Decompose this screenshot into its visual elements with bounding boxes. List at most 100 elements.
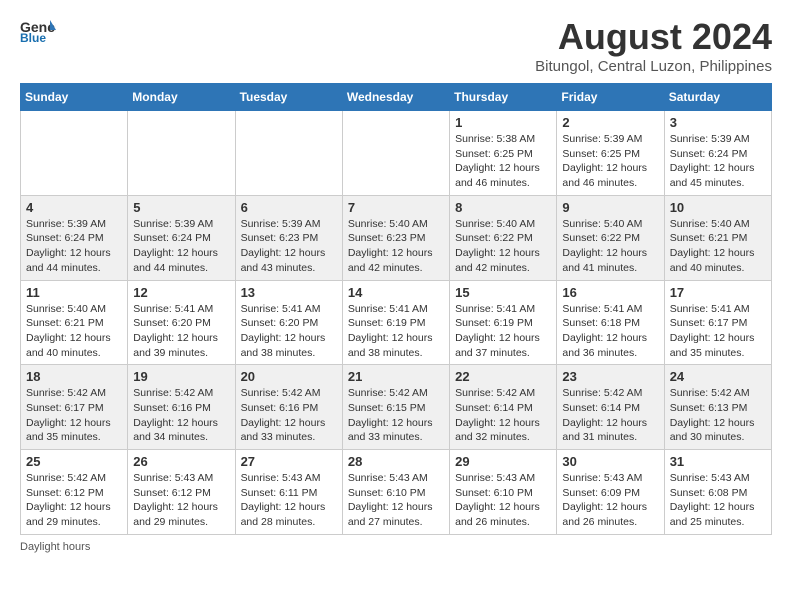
day-info: Sunrise: 5:40 AM Sunset: 6:22 PM Dayligh… bbox=[562, 217, 658, 276]
header: General Blue August 2024 Bitungol, Centr… bbox=[20, 16, 772, 75]
day-number: 5 bbox=[133, 200, 229, 215]
day-info: Sunrise: 5:39 AM Sunset: 6:24 PM Dayligh… bbox=[670, 132, 766, 191]
day-info: Sunrise: 5:42 AM Sunset: 6:15 PM Dayligh… bbox=[348, 386, 444, 445]
day-info: Sunrise: 5:43 AM Sunset: 6:11 PM Dayligh… bbox=[241, 471, 337, 530]
calendar-cell: 9 Sunrise: 5:40 AM Sunset: 6:22 PM Daylig… bbox=[557, 195, 664, 280]
month-title: August 2024 bbox=[535, 16, 772, 58]
calendar-cell: 12 Sunrise: 5:41 AM Sunset: 6:20 PM Dayli… bbox=[128, 280, 235, 365]
day-info: Sunrise: 5:42 AM Sunset: 6:13 PM Dayligh… bbox=[670, 386, 766, 445]
calendar-cell: 29 Sunrise: 5:43 AM Sunset: 6:10 PM Dayli… bbox=[450, 450, 557, 535]
day-number: 12 bbox=[133, 285, 229, 300]
calendar-table: SundayMondayTuesdayWednesdayThursdayFrid… bbox=[20, 83, 772, 535]
logo: General Blue bbox=[20, 16, 56, 44]
calendar-cell: 8 Sunrise: 5:40 AM Sunset: 6:22 PM Daylig… bbox=[450, 195, 557, 280]
day-number: 22 bbox=[455, 369, 551, 384]
day-number: 16 bbox=[562, 285, 658, 300]
calendar-cell: 26 Sunrise: 5:43 AM Sunset: 6:12 PM Dayli… bbox=[128, 450, 235, 535]
svg-text:Blue: Blue bbox=[20, 31, 46, 44]
day-number: 14 bbox=[348, 285, 444, 300]
day-info: Sunrise: 5:43 AM Sunset: 6:09 PM Dayligh… bbox=[562, 471, 658, 530]
day-number: 20 bbox=[241, 369, 337, 384]
week-row-3: 11 Sunrise: 5:40 AM Sunset: 6:21 PM Dayli… bbox=[21, 280, 772, 365]
calendar-cell: 24 Sunrise: 5:42 AM Sunset: 6:13 PM Dayli… bbox=[664, 365, 771, 450]
day-info: Sunrise: 5:41 AM Sunset: 6:20 PM Dayligh… bbox=[241, 302, 337, 361]
dow-header-friday: Friday bbox=[557, 84, 664, 111]
day-info: Sunrise: 5:38 AM Sunset: 6:25 PM Dayligh… bbox=[455, 132, 551, 191]
day-info: Sunrise: 5:43 AM Sunset: 6:12 PM Dayligh… bbox=[133, 471, 229, 530]
week-row-5: 25 Sunrise: 5:42 AM Sunset: 6:12 PM Dayli… bbox=[21, 450, 772, 535]
footer-note: Daylight hours bbox=[20, 541, 772, 553]
calendar-cell: 27 Sunrise: 5:43 AM Sunset: 6:11 PM Dayli… bbox=[235, 450, 342, 535]
day-number: 26 bbox=[133, 454, 229, 469]
dow-header-monday: Monday bbox=[128, 84, 235, 111]
day-info: Sunrise: 5:40 AM Sunset: 6:21 PM Dayligh… bbox=[670, 217, 766, 276]
day-info: Sunrise: 5:42 AM Sunset: 6:16 PM Dayligh… bbox=[133, 386, 229, 445]
week-row-2: 4Sunrise: 5:39 AM Sunset: 6:24 PM Daylig… bbox=[21, 195, 772, 280]
calendar-cell: 13Sunrise: 5:41 AM Sunset: 6:20 PM Dayli… bbox=[235, 280, 342, 365]
day-number: 19 bbox=[133, 369, 229, 384]
day-info: Sunrise: 5:42 AM Sunset: 6:17 PM Dayligh… bbox=[26, 386, 122, 445]
day-number: 6 bbox=[241, 200, 337, 215]
dow-header-wednesday: Wednesday bbox=[342, 84, 449, 111]
calendar-cell: 1 Sunrise: 5:38 AM Sunset: 6:25 PM Daylig… bbox=[450, 111, 557, 196]
calendar-cell: 3Sunrise: 5:39 AM Sunset: 6:24 PM Daylig… bbox=[664, 111, 771, 196]
day-number: 11 bbox=[26, 285, 122, 300]
day-number: 10 bbox=[670, 200, 766, 215]
calendar-cell: 25 Sunrise: 5:42 AM Sunset: 6:12 PM Dayli… bbox=[21, 450, 128, 535]
day-number: 17 bbox=[670, 285, 766, 300]
calendar-cell: 21 Sunrise: 5:42 AM Sunset: 6:15 PM Dayli… bbox=[342, 365, 449, 450]
day-info: Sunrise: 5:42 AM Sunset: 6:16 PM Dayligh… bbox=[241, 386, 337, 445]
calendar-cell bbox=[128, 111, 235, 196]
daylight-hours-label: Daylight hours bbox=[20, 541, 90, 553]
day-number: 21 bbox=[348, 369, 444, 384]
calendar-cell: 22 Sunrise: 5:42 AM Sunset: 6:14 PM Dayli… bbox=[450, 365, 557, 450]
day-info: Sunrise: 5:42 AM Sunset: 6:12 PM Dayligh… bbox=[26, 471, 122, 530]
calendar-cell: 14Sunrise: 5:41 AM Sunset: 6:19 PM Dayli… bbox=[342, 280, 449, 365]
day-number: 25 bbox=[26, 454, 122, 469]
calendar-cell: 19 Sunrise: 5:42 AM Sunset: 6:16 PM Dayli… bbox=[128, 365, 235, 450]
day-number: 7 bbox=[348, 200, 444, 215]
calendar-cell: 2 Sunrise: 5:39 AM Sunset: 6:25 PM Daylig… bbox=[557, 111, 664, 196]
location-subtitle: Bitungol, Central Luzon, Philippines bbox=[535, 58, 772, 75]
calendar-cell: 15Sunrise: 5:41 AM Sunset: 6:19 PM Dayli… bbox=[450, 280, 557, 365]
day-info: Sunrise: 5:42 AM Sunset: 6:14 PM Dayligh… bbox=[455, 386, 551, 445]
day-number: 8 bbox=[455, 200, 551, 215]
day-info: Sunrise: 5:40 AM Sunset: 6:23 PM Dayligh… bbox=[348, 217, 444, 276]
week-row-4: 18 Sunrise: 5:42 AM Sunset: 6:17 PM Dayli… bbox=[21, 365, 772, 450]
day-info: Sunrise: 5:39 AM Sunset: 6:25 PM Dayligh… bbox=[562, 132, 658, 191]
week-row-1: 1 Sunrise: 5:38 AM Sunset: 6:25 PM Daylig… bbox=[21, 111, 772, 196]
calendar-cell: 5 Sunrise: 5:39 AM Sunset: 6:24 PM Daylig… bbox=[128, 195, 235, 280]
day-number: 27 bbox=[241, 454, 337, 469]
calendar-cell: 11 Sunrise: 5:40 AM Sunset: 6:21 PM Dayli… bbox=[21, 280, 128, 365]
day-number: 23 bbox=[562, 369, 658, 384]
calendar-cell: 18 Sunrise: 5:42 AM Sunset: 6:17 PM Dayli… bbox=[21, 365, 128, 450]
day-info: Sunrise: 5:41 AM Sunset: 6:20 PM Dayligh… bbox=[133, 302, 229, 361]
day-number: 29 bbox=[455, 454, 551, 469]
calendar-cell: 28Sunrise: 5:43 AM Sunset: 6:10 PM Dayli… bbox=[342, 450, 449, 535]
day-number: 18 bbox=[26, 369, 122, 384]
day-info: Sunrise: 5:39 AM Sunset: 6:23 PM Dayligh… bbox=[241, 217, 337, 276]
dow-header-thursday: Thursday bbox=[450, 84, 557, 111]
day-info: Sunrise: 5:43 AM Sunset: 6:08 PM Dayligh… bbox=[670, 471, 766, 530]
day-info: Sunrise: 5:39 AM Sunset: 6:24 PM Dayligh… bbox=[133, 217, 229, 276]
calendar-cell: 4Sunrise: 5:39 AM Sunset: 6:24 PM Daylig… bbox=[21, 195, 128, 280]
calendar-cell: 7 Sunrise: 5:40 AM Sunset: 6:23 PM Daylig… bbox=[342, 195, 449, 280]
day-info: Sunrise: 5:41 AM Sunset: 6:19 PM Dayligh… bbox=[455, 302, 551, 361]
day-info: Sunrise: 5:43 AM Sunset: 6:10 PM Dayligh… bbox=[455, 471, 551, 530]
day-number: 28 bbox=[348, 454, 444, 469]
day-info: Sunrise: 5:42 AM Sunset: 6:14 PM Dayligh… bbox=[562, 386, 658, 445]
day-number: 2 bbox=[562, 115, 658, 130]
day-number: 1 bbox=[455, 115, 551, 130]
day-number: 9 bbox=[562, 200, 658, 215]
dow-header-saturday: Saturday bbox=[664, 84, 771, 111]
calendar-cell: 20 Sunrise: 5:42 AM Sunset: 6:16 PM Dayli… bbox=[235, 365, 342, 450]
day-number: 30 bbox=[562, 454, 658, 469]
calendar-cell: 23 Sunrise: 5:42 AM Sunset: 6:14 PM Dayli… bbox=[557, 365, 664, 450]
calendar-cell: 30 Sunrise: 5:43 AM Sunset: 6:09 PM Dayli… bbox=[557, 450, 664, 535]
calendar-cell: 17Sunrise: 5:41 AM Sunset: 6:17 PM Dayli… bbox=[664, 280, 771, 365]
dow-header-sunday: Sunday bbox=[21, 84, 128, 111]
day-info: Sunrise: 5:40 AM Sunset: 6:21 PM Dayligh… bbox=[26, 302, 122, 361]
day-info: Sunrise: 5:40 AM Sunset: 6:22 PM Dayligh… bbox=[455, 217, 551, 276]
day-number: 24 bbox=[670, 369, 766, 384]
day-info: Sunrise: 5:41 AM Sunset: 6:18 PM Dayligh… bbox=[562, 302, 658, 361]
